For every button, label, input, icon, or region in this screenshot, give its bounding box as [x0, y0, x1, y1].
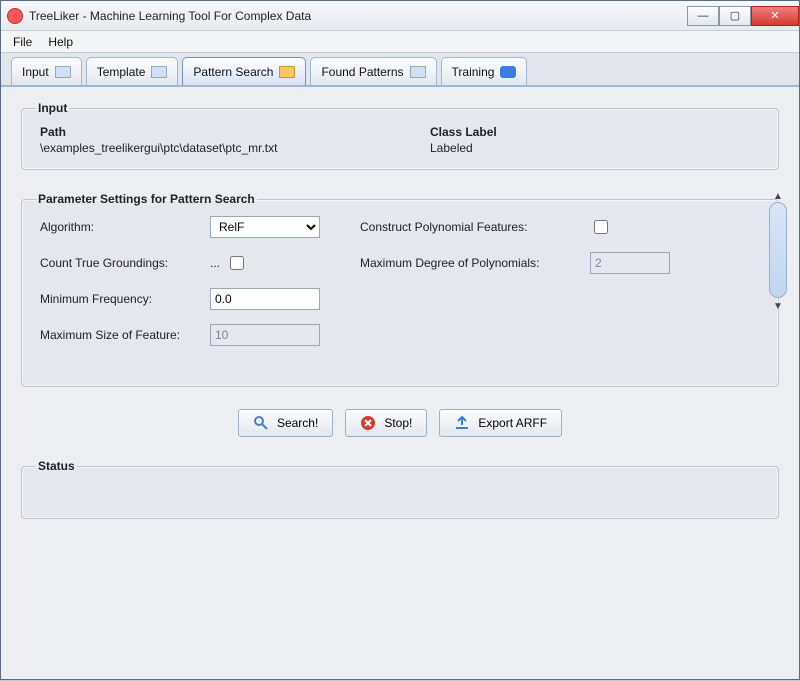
count-true-label: Count True Groundings: — [40, 256, 210, 270]
export-arff-button[interactable]: Export ARFF — [439, 409, 562, 437]
tab-training-label: Training — [452, 65, 495, 79]
scroll-up-icon[interactable]: ▲ — [771, 191, 785, 201]
content-area: Input Path \examples_treelikergui\ptc\da… — [1, 87, 799, 681]
action-buttons: Search! Stop! Export ARFF — [21, 409, 779, 437]
min-freq-label: Minimum Frequency: — [40, 292, 210, 306]
construct-poly-label: Construct Polynomial Features: — [360, 220, 590, 234]
titlebar: TreeLiker - Machine Learning Tool For Co… — [1, 1, 799, 31]
path-value: \examples_treelikergui\ptc\dataset\ptc_m… — [40, 141, 370, 155]
maximize-button[interactable]: ▢ — [719, 6, 751, 26]
search-button-label: Search! — [277, 416, 318, 430]
minimize-button[interactable]: — — [687, 6, 719, 26]
max-size-label: Maximum Size of Feature: — [40, 328, 210, 342]
stop-icon — [360, 415, 376, 431]
training-icon — [500, 66, 516, 78]
tab-template[interactable]: Template — [86, 57, 179, 85]
tab-training[interactable]: Training — [441, 57, 528, 85]
path-label: Path — [40, 125, 370, 139]
search-button[interactable]: Search! — [238, 409, 333, 437]
folder-icon — [410, 66, 426, 78]
count-true-checkbox[interactable] — [230, 256, 244, 270]
tab-pattern-search-label: Pattern Search — [193, 65, 273, 79]
app-window: TreeLiker - Machine Learning Tool For Co… — [0, 0, 800, 680]
folder-icon — [151, 66, 167, 78]
window-controls: — ▢ ✕ — [687, 6, 799, 26]
max-size-field — [210, 324, 320, 346]
window-title: TreeLiker - Machine Learning Tool For Co… — [29, 9, 311, 23]
scroll-down-icon[interactable]: ▼ — [771, 301, 785, 311]
app-icon — [7, 8, 23, 24]
export-icon — [454, 415, 470, 431]
construct-poly-checkbox[interactable] — [594, 220, 608, 234]
tab-found-patterns[interactable]: Found Patterns — [310, 57, 436, 85]
tab-input[interactable]: Input — [11, 57, 82, 85]
status-legend: Status — [36, 459, 77, 473]
document-icon — [55, 66, 71, 78]
stop-button[interactable]: Stop! — [345, 409, 427, 437]
status-panel: Status — [21, 459, 779, 519]
algorithm-select[interactable]: RelF — [210, 216, 320, 238]
close-button[interactable]: ✕ — [751, 6, 799, 26]
class-label-value: Labeled — [430, 141, 760, 155]
input-panel: Input Path \examples_treelikergui\ptc\da… — [21, 101, 779, 170]
input-legend: Input — [36, 101, 69, 115]
params-panel: Parameter Settings for Pattern Search Al… — [21, 192, 779, 387]
folder-open-icon — [279, 66, 295, 78]
menu-help[interactable]: Help — [40, 33, 81, 51]
tabstrip: Input Template Pattern Search Found Patt… — [1, 53, 799, 87]
menubar: File Help — [1, 31, 799, 53]
algorithm-label: Algorithm: — [40, 220, 210, 234]
params-legend: Parameter Settings for Pattern Search — [36, 192, 257, 206]
max-degree-field — [590, 252, 670, 274]
search-icon — [253, 415, 269, 431]
export-button-label: Export ARFF — [478, 416, 547, 430]
tab-input-label: Input — [22, 65, 49, 79]
stop-button-label: Stop! — [384, 416, 412, 430]
min-freq-field[interactable] — [210, 288, 320, 310]
vertical-scrollbar[interactable] — [769, 202, 787, 298]
class-label-label: Class Label — [430, 125, 760, 139]
menu-file[interactable]: File — [5, 33, 40, 51]
tab-found-patterns-label: Found Patterns — [321, 65, 403, 79]
tab-template-label: Template — [97, 65, 146, 79]
count-true-ellipsis: ... — [210, 256, 220, 270]
max-degree-label: Maximum Degree of Polynomials: — [360, 256, 590, 270]
tab-pattern-search[interactable]: Pattern Search — [182, 57, 306, 85]
